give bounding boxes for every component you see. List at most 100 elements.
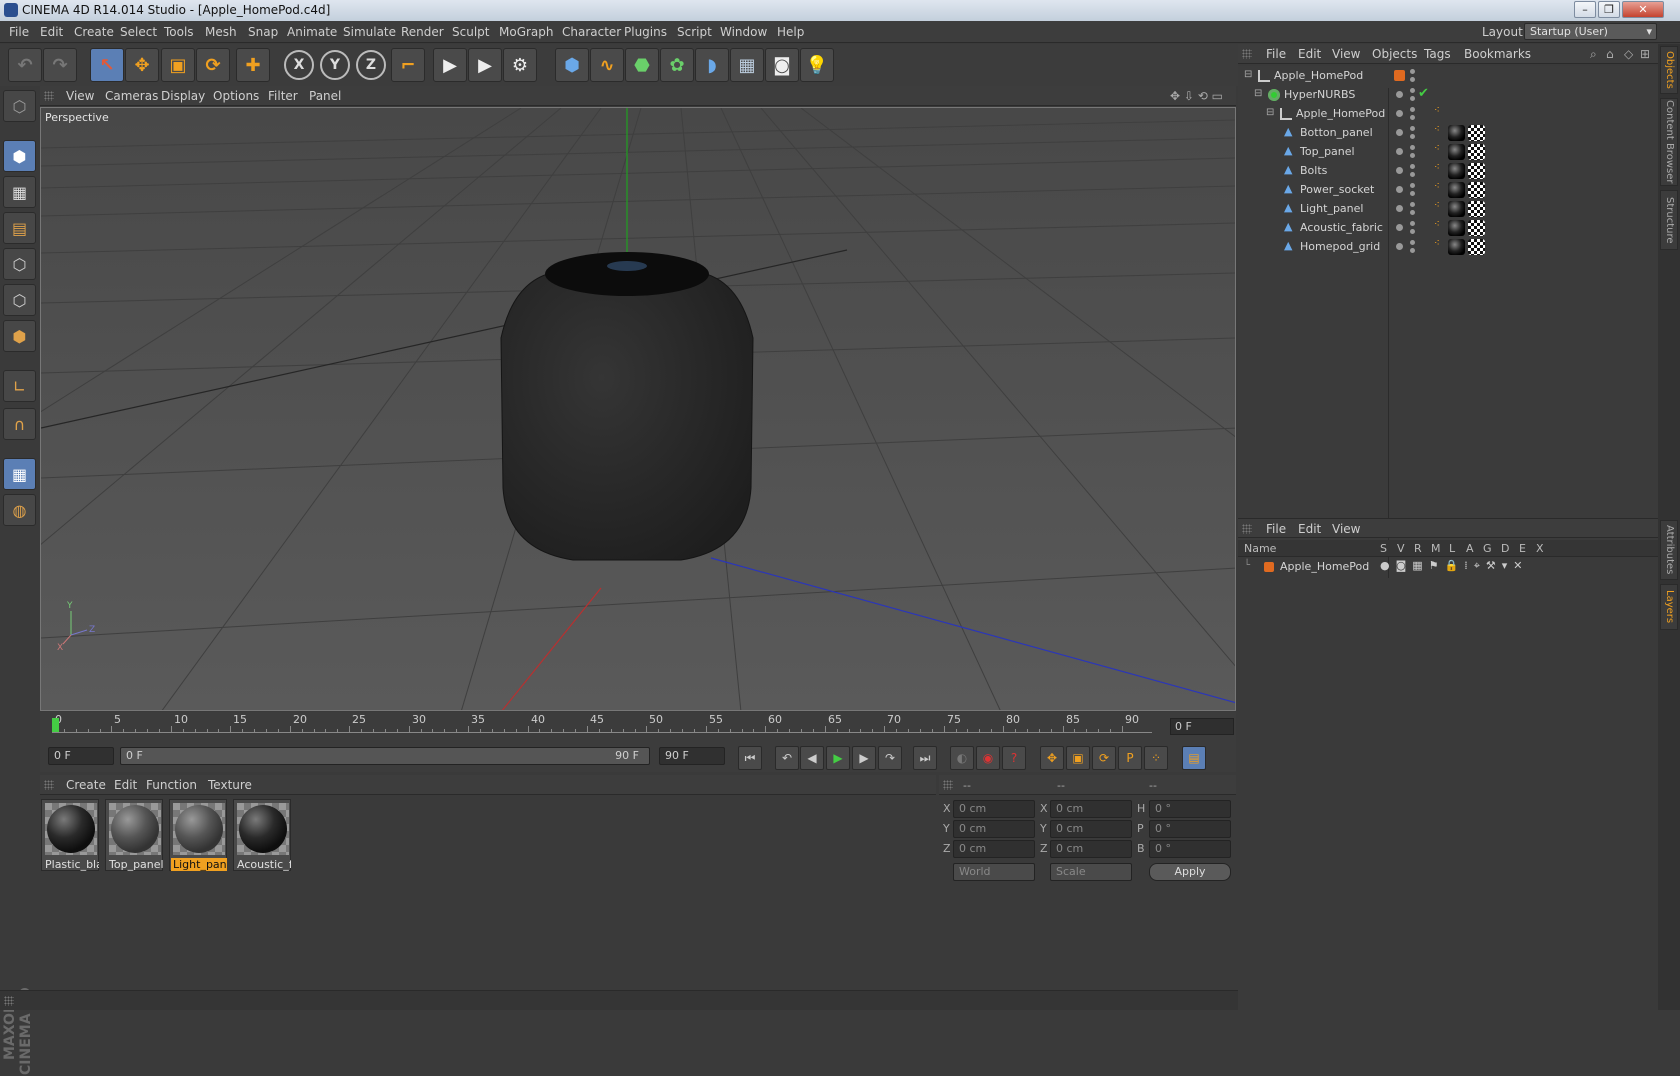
previous-frame-icon[interactable]: ◀ <box>800 746 824 770</box>
visibility-dot[interactable] <box>1396 110 1403 117</box>
locked-workplane-icon[interactable]: ◍ <box>3 494 36 526</box>
position-y-field[interactable]: 0 cm <box>953 820 1035 838</box>
close-button[interactable]: ✕ <box>1622 1 1664 18</box>
frame-range-slider[interactable]: 0 F 90 F <box>120 747 650 765</box>
phong-tag-icon[interactable]: ⁖ <box>1434 143 1440 154</box>
key-position-icon[interactable]: ✥ <box>1040 746 1064 770</box>
phong-tag-icon[interactable]: ⁖ <box>1434 105 1440 116</box>
workplane-mode-icon[interactable]: ▤ <box>3 212 36 244</box>
layer-menu-file[interactable]: File <box>1266 522 1286 536</box>
uvw-tag-icon[interactable] <box>1468 125 1485 141</box>
maximize-button[interactable]: ❐ <box>1598 1 1620 18</box>
menu-mograph[interactable]: MoGraph <box>499 21 554 43</box>
material-swatch[interactable]: Top_panel_ <box>105 799 163 871</box>
position-z-field[interactable]: 0 cm <box>953 840 1035 858</box>
menu-create[interactable]: Create <box>74 21 114 43</box>
vp-menu-display[interactable]: Display <box>161 89 205 103</box>
visibility-render-dot[interactable] <box>1410 229 1415 234</box>
menu-animate[interactable]: Animate <box>287 21 337 43</box>
make-editable-icon[interactable]: ⬡ <box>3 90 36 122</box>
last-tool-icon[interactable]: ✚ <box>236 48 270 82</box>
menu-tools[interactable]: Tools <box>164 21 194 43</box>
visibility-render-dot[interactable] <box>1410 210 1415 215</box>
material-tag-icon[interactable] <box>1448 144 1465 160</box>
playhead[interactable] <box>52 718 59 732</box>
light-icon[interactable]: 💡 <box>800 48 834 82</box>
apply-button[interactable]: Apply <box>1149 863 1231 881</box>
menu-snap[interactable]: Snap <box>248 21 278 43</box>
visibility-dot[interactable] <box>1396 186 1403 193</box>
menu-mesh[interactable]: Mesh <box>205 21 237 43</box>
visibility-dot[interactable] <box>1396 224 1403 231</box>
homepod-top-panel[interactable] <box>545 252 709 296</box>
nurbs-icon[interactable]: ⬣ <box>625 48 659 82</box>
key-scale-icon[interactable]: ▣ <box>1066 746 1090 770</box>
scale-tool-icon[interactable]: ▣ <box>161 48 195 82</box>
key-pla-icon[interactable]: ⁘ <box>1144 746 1168 770</box>
menu-render[interactable]: Render <box>401 21 444 43</box>
live-selection-icon[interactable]: ↖ <box>90 48 124 82</box>
viewport-nav-icon[interactable]: ✥ ⇩ ⟲ ▭ <box>1170 89 1223 103</box>
model-mode-icon[interactable]: ⬢ <box>3 140 36 172</box>
snap-icon[interactable]: ∩ <box>3 408 36 440</box>
phong-tag-icon[interactable]: ⁖ <box>1434 162 1440 173</box>
material-tag-icon[interactable] <box>1448 220 1465 236</box>
visibility-dot[interactable] <box>1396 148 1403 155</box>
cube-primitive-icon[interactable]: ⬢ <box>555 48 589 82</box>
visibility-render-dot[interactable] <box>1410 77 1415 82</box>
phong-tag-icon[interactable]: ⁖ <box>1434 238 1440 249</box>
floor-icon[interactable]: ▦ <box>730 48 764 82</box>
material-tag-icon[interactable] <box>1448 125 1465 141</box>
vp-menu-panel[interactable]: Panel <box>309 89 341 103</box>
size-z-field[interactable]: 0 cm <box>1050 840 1132 858</box>
camera-icon[interactable]: ◙ <box>765 48 799 82</box>
rotation-b-field[interactable]: 0 ° <box>1149 840 1231 858</box>
uvw-tag-icon[interactable] <box>1468 239 1485 255</box>
array-icon[interactable]: ✿ <box>660 48 694 82</box>
workplane-lock-icon[interactable]: ▦ <box>3 458 36 490</box>
menu-file[interactable]: File <box>9 21 29 43</box>
visibility-dot[interactable] <box>1396 91 1403 98</box>
undo-icon[interactable]: ↶ <box>8 48 42 82</box>
object-tree[interactable]: ⊟ Apple_HomePod ⊟ HyperNURBS ✔ ⊟ Apple_H… <box>1238 66 1658 578</box>
visibility-render-dot[interactable] <box>1410 115 1415 120</box>
render-picture-viewer-icon[interactable]: ▶ <box>468 48 502 82</box>
material-swatch[interactable]: Acoustic_fa <box>233 799 291 871</box>
visibility-dot[interactable] <box>1396 205 1403 212</box>
layer-flag-icons[interactable]: ●◙▦⚑🔒⁞⌖⚒▾✕ <box>1380 559 1529 573</box>
grip-icon[interactable] <box>1242 49 1252 59</box>
visibility-editor-dot[interactable] <box>1410 202 1415 207</box>
collapse-icon[interactable]: ⊟ <box>1266 107 1274 118</box>
start-frame-field[interactable]: 0 F <box>48 747 114 765</box>
size-x-field[interactable]: 0 cm <box>1050 800 1132 818</box>
visibility-render-dot[interactable] <box>1410 191 1415 196</box>
material-tag-icon[interactable] <box>1448 163 1465 179</box>
grip-icon[interactable] <box>4 996 14 1006</box>
minimize-button[interactable]: – <box>1574 1 1596 18</box>
obj-menu-bookmarks[interactable]: Bookmarks <box>1464 47 1531 61</box>
visibility-dot[interactable] <box>1396 129 1403 136</box>
texture-mode-icon[interactable]: ▦ <box>3 176 36 208</box>
tab-layers[interactable]: Layers <box>1660 584 1678 630</box>
layer-row[interactable]: └ Apple_HomePod ●◙▦⚑🔒⁞⌖⚒▾✕ <box>1238 558 1658 577</box>
current-frame-field[interactable]: 0 F <box>1170 718 1234 735</box>
grip-icon[interactable] <box>943 780 953 790</box>
timeline-ruler[interactable]: 051015202530354045505560657075808590 <box>52 713 1152 738</box>
visibility-editor-dot[interactable] <box>1410 164 1415 169</box>
x-axis-lock-button[interactable]: X <box>284 50 314 80</box>
spline-icon[interactable]: ∿ <box>590 48 624 82</box>
next-key-icon[interactable]: ↷ <box>878 746 902 770</box>
visibility-editor-dot[interactable] <box>1410 183 1415 188</box>
phong-tag-icon[interactable]: ⁖ <box>1434 200 1440 211</box>
menu-edit[interactable]: Edit <box>40 21 63 43</box>
viewport-scene[interactable]: Y Z X <box>41 108 1236 711</box>
layout-select[interactable]: Startup (User) ▾ <box>1524 23 1657 40</box>
perspective-viewport[interactable]: Y Z X Perspective <box>40 107 1236 711</box>
object-row[interactable]: ▲ Botton_panel ⁖ <box>1238 123 1658 143</box>
visibility-render-dot[interactable] <box>1410 134 1415 139</box>
tab-structure[interactable]: Structure <box>1660 190 1678 250</box>
obj-menu-view[interactable]: View <box>1332 47 1360 61</box>
enabled-check-icon[interactable]: ✔ <box>1418 86 1429 101</box>
homepod-model[interactable] <box>500 255 754 561</box>
layer-color-swatch[interactable] <box>1264 562 1274 572</box>
